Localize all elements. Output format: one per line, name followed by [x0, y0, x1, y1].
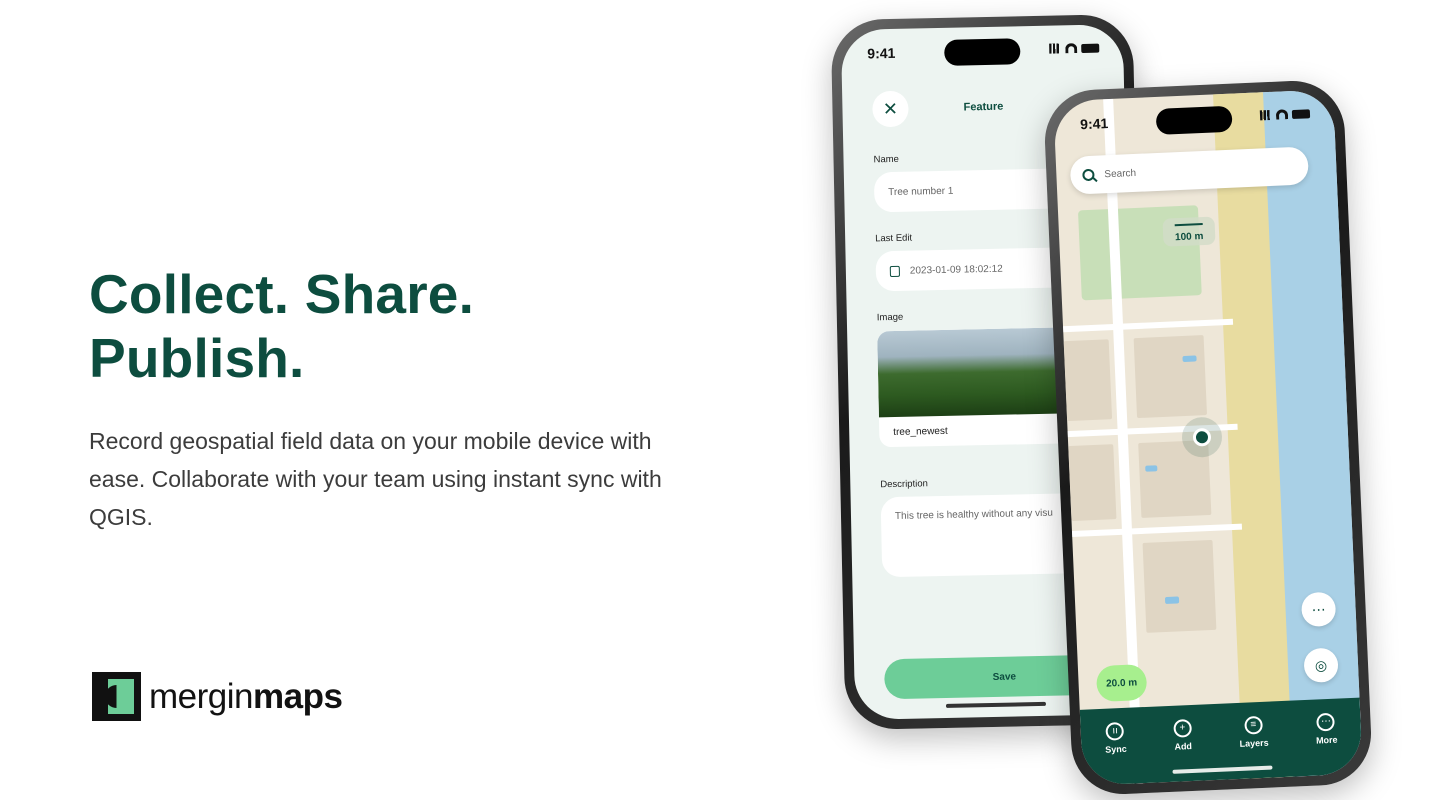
wifi-icon — [1275, 109, 1289, 120]
crosshair-icon: ◎ — [1314, 656, 1328, 674]
calendar-icon — [889, 265, 900, 277]
description-value: This tree is healthy without any visu — [894, 507, 1053, 522]
map-block — [1068, 444, 1117, 522]
phone-map: 9:41 Search 100 m ⋯ ◎ 20.0 m ıı Sync + A… — [1042, 78, 1374, 797]
image-label: Image — [876, 311, 904, 324]
tab-sync[interactable]: ıı Sync — [1104, 721, 1127, 755]
home-indicator — [945, 701, 1047, 708]
map-road — [1063, 318, 1234, 333]
image-name: tree_newest — [893, 425, 948, 439]
tab-sync-label: Sync — [1105, 743, 1127, 755]
hero-description: Record geospatial field data on your mob… — [89, 428, 662, 530]
add-icon: + — [1173, 719, 1192, 738]
last-edit-value: 2023-01-09 18:02:12 — [909, 263, 1003, 277]
description-label: Description — [880, 478, 928, 491]
map-block — [1063, 339, 1113, 422]
status-time: 9:41 — [867, 44, 896, 62]
mergin-maps-logo[interactable]: merginmaps — [92, 672, 343, 721]
logo-mark-icon — [92, 672, 141, 721]
map-screen[interactable]: 9:41 Search 100 m ⋯ ◎ 20.0 m ıı Sync + A… — [1053, 89, 1363, 786]
hero-title-line-1: Collect. Share. — [89, 263, 475, 325]
status-time: 9:41 — [1079, 115, 1109, 133]
logo-wordmark-light: mergin — [149, 676, 253, 716]
more-horizontal-icon: ⋯ — [1311, 600, 1326, 618]
tab-layers-label: Layers — [1239, 737, 1269, 749]
map-pool — [1164, 596, 1180, 605]
sync-icon: ıı — [1105, 721, 1125, 741]
map-pool — [1182, 355, 1197, 363]
search-placeholder: Search — [1104, 167, 1137, 180]
gps-accuracy-badge[interactable]: 20.0 m — [1095, 663, 1148, 703]
more-icon: ⋯ — [1316, 712, 1336, 732]
name-value: Tree number 1 — [888, 185, 954, 198]
battery-icon — [1081, 43, 1100, 53]
tab-add[interactable]: + Add — [1173, 719, 1192, 752]
map-scale-bar: 100 m — [1162, 216, 1216, 247]
map-road — [1071, 523, 1243, 538]
signal-icon — [1259, 109, 1273, 121]
status-icons — [1049, 43, 1100, 54]
gps-position-marker — [1181, 416, 1223, 459]
map-block — [1133, 335, 1208, 419]
map-pool — [1145, 465, 1158, 472]
name-label: Name — [873, 153, 899, 166]
tab-more[interactable]: ⋯ More — [1315, 712, 1338, 746]
battery-icon — [1291, 108, 1311, 119]
logo-wordmark-bold: maps — [252, 676, 343, 716]
logo-wordmark: merginmaps — [149, 676, 343, 717]
last-edit-label: Last Edit — [875, 232, 913, 245]
dynamic-island — [1155, 105, 1233, 135]
signal-icon — [1049, 43, 1062, 54]
bottom-tab-bar: ıı Sync + Add ≡ Layers ⋯ More — [1079, 697, 1363, 786]
location-dot-icon — [1192, 427, 1212, 447]
tab-add-label: Add — [1174, 740, 1193, 752]
wifi-icon — [1065, 43, 1078, 54]
tab-layers[interactable]: ≡ Layers — [1238, 715, 1269, 749]
hero-title-line-2: Publish. — [89, 327, 305, 389]
search-icon — [1082, 168, 1095, 182]
layers-icon: ≡ — [1243, 715, 1263, 735]
dynamic-island — [944, 38, 1021, 66]
hero-title: Collect. Share. Publish. — [89, 262, 474, 390]
tab-more-label: More — [1315, 734, 1338, 746]
map-block — [1142, 539, 1217, 633]
